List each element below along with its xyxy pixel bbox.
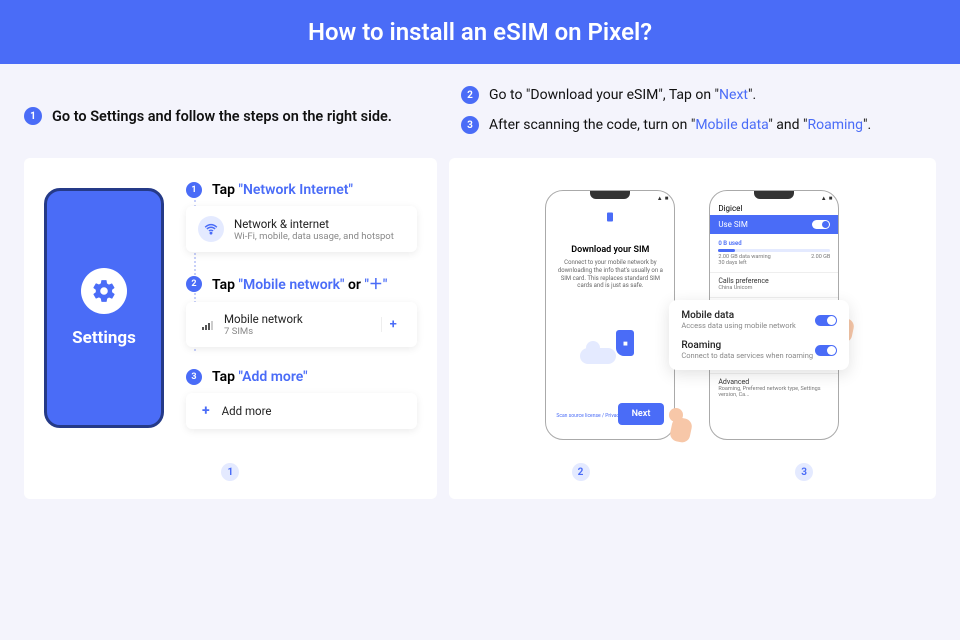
- use-sim-label: Use SIM: [718, 220, 747, 229]
- card-mobile-network[interactable]: Mobile network 7 SIMs +: [186, 302, 417, 347]
- data-limit: 2.00 GB: [811, 254, 830, 260]
- advanced-title: Advanced: [718, 378, 830, 386]
- tap2-lead: Tap: [212, 277, 239, 293]
- tap2-quoted: "Mobile network": [239, 277, 345, 293]
- plus-icon: +: [202, 403, 210, 419]
- roaming-title: Roaming: [681, 340, 813, 351]
- plus-icon[interactable]: +: [381, 317, 405, 332]
- intro-steps: 1 Go to Settings and follow the steps on…: [0, 64, 960, 158]
- tap-block-3: 3 Tap "Add more" + Add more: [186, 369, 417, 429]
- intro2-suffix: ".: [748, 87, 756, 103]
- carrier-label: Digicel: [710, 202, 838, 215]
- roaming-sub: Connect to data services when roaming: [681, 351, 813, 360]
- panel-right-footer: 2 3: [469, 451, 916, 481]
- calls-pref-val: China Unicom: [718, 285, 830, 291]
- tap-badge-3: 3: [186, 369, 202, 385]
- calls-pref-title: Calls preference: [718, 277, 830, 285]
- intro2-prefix: Go to "Download your eSIM", Tap on ": [489, 87, 719, 103]
- data-bar: [718, 249, 830, 252]
- card1-sub: Wi-Fi, mobile, data usage, and hotspot: [234, 231, 394, 242]
- panel-left-footer: 1: [44, 451, 417, 481]
- intro-step-2: 2 Go to "Download your eSIM", Tap on "Ne…: [461, 86, 936, 104]
- footer-badge-1: 1: [221, 463, 239, 481]
- card2-sub: 7 SIMs: [224, 326, 303, 337]
- tap-block-1: 1 Tap "Network Internet" Network & inter…: [186, 182, 417, 252]
- panel-settings: Settings 1 Tap "Network Internet" Networ…: [24, 158, 437, 499]
- step-badge-1: 1: [24, 107, 42, 125]
- mobile-data-sub: Access data using mobile network: [681, 321, 795, 330]
- phone-download-sim: ▲■ Download your SIM Connect to your mob…: [545, 190, 675, 440]
- sim-chip-icon: ■: [616, 330, 634, 356]
- intro3-accent1: Mobile data: [695, 117, 768, 133]
- gear-icon: [81, 268, 127, 314]
- calls-pref-row[interactable]: Calls preference China Unicom: [718, 277, 830, 291]
- mobile-data-title: Mobile data: [681, 310, 795, 321]
- phone-settings-mock: Settings: [44, 188, 164, 428]
- intro3-suffix: ".: [863, 117, 871, 133]
- download-sub: Connect to your mobile network by downlo…: [546, 255, 674, 294]
- sim-icon: [604, 211, 616, 223]
- tap3-quoted: "Add more": [239, 369, 308, 385]
- card2-title: Mobile network: [224, 312, 303, 326]
- intro-right: 2 Go to "Download your eSIM", Tap on "Ne…: [461, 86, 936, 146]
- wifi-icon: [198, 216, 224, 242]
- toggle-on-icon[interactable]: [815, 345, 837, 356]
- use-sim-row[interactable]: Use SIM: [710, 215, 838, 234]
- phone-settings-label: Settings: [72, 328, 136, 348]
- days-left: 30 days left: [718, 260, 830, 266]
- toggle-on-icon[interactable]: [812, 220, 830, 229]
- tap2-or: or: [345, 277, 365, 293]
- tap2-quoted2: "＋": [364, 277, 387, 293]
- mobile-data-row[interactable]: Mobile data Access data using mobile net…: [681, 310, 837, 330]
- card1-title: Network & internet: [234, 217, 394, 231]
- signal-icon: [202, 320, 212, 330]
- roaming-row[interactable]: Roaming Connect to data services when ro…: [681, 340, 837, 360]
- step-badge-3: 3: [461, 116, 479, 134]
- tap-block-2: 2 Tap "Mobile network" or "＋" Mobile net…: [186, 274, 417, 347]
- footer-badge-2: 2: [572, 463, 590, 481]
- download-title: Download your SIM: [546, 245, 674, 255]
- phone-notch: [590, 191, 630, 199]
- cloud-sim-graphic: ■: [580, 330, 640, 364]
- intro-step-3: 3 After scanning the code, turn on "Mobi…: [461, 116, 936, 134]
- data-used-label: 0 B used: [718, 240, 830, 247]
- tap3-lead: Tap: [212, 369, 239, 385]
- intro2-accent: Next: [719, 87, 748, 103]
- card-network-internet[interactable]: Network & internet Wi-Fi, mobile, data u…: [186, 206, 417, 252]
- intro3-accent2: Roaming: [808, 117, 864, 133]
- tap-list: 1 Tap "Network Internet" Network & inter…: [186, 182, 417, 451]
- tap-badge-1: 1: [186, 182, 202, 198]
- panel-screens: ▲■ Download your SIM Connect to your mob…: [449, 158, 936, 499]
- intro-left-text: Go to Settings and follow the steps on t…: [52, 108, 392, 125]
- tap-badge-2: 2: [186, 276, 202, 292]
- advanced-val: Roaming, Preferred network type, Setting…: [718, 386, 830, 398]
- footer-badge-3: 3: [795, 463, 813, 481]
- page-title: How to install an eSIM on Pixel?: [0, 0, 960, 64]
- toggle-overlay: Mobile data Access data using mobile net…: [669, 300, 849, 370]
- advanced-row[interactable]: Advanced Roaming, Preferred network type…: [718, 378, 830, 398]
- phone-notch: [754, 191, 794, 199]
- intro3-prefix: After scanning the code, turn on ": [489, 117, 695, 133]
- intro-left: 1 Go to Settings and follow the steps on…: [24, 86, 437, 146]
- tap1-quoted: "Network Internet": [239, 182, 353, 198]
- card-add-more[interactable]: + Add more: [186, 393, 417, 429]
- tap1-lead: Tap: [212, 182, 239, 198]
- step-badge-2: 2: [461, 86, 479, 104]
- next-button[interactable]: Next: [618, 403, 665, 425]
- intro3-mid: " and ": [768, 117, 807, 133]
- card3-title: Add more: [222, 404, 272, 418]
- toggle-on-icon[interactable]: [815, 315, 837, 326]
